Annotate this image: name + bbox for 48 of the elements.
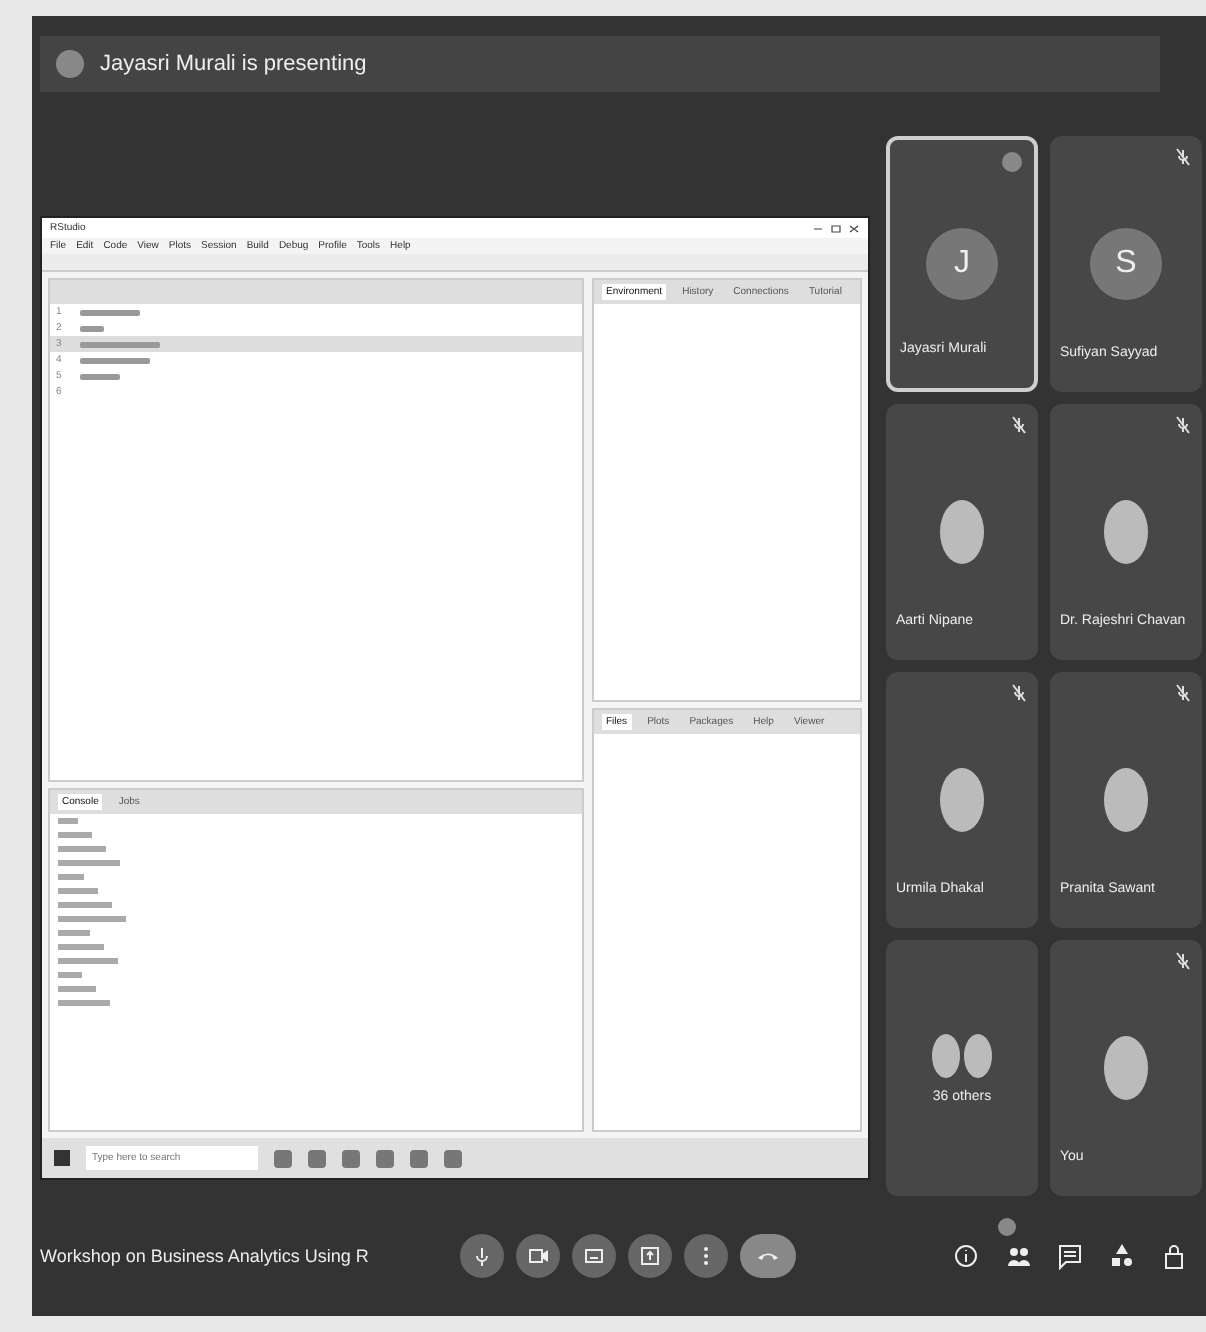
chat-icon[interactable]: [1058, 1242, 1082, 1270]
leave-call-button[interactable]: [740, 1234, 796, 1278]
shapes-icon[interactable]: [1110, 1242, 1134, 1270]
console-text-placeholder: [58, 860, 120, 866]
photo-placeholder: [1104, 500, 1148, 564]
photo-placeholder: [1104, 768, 1148, 832]
info-icon[interactable]: [954, 1242, 978, 1270]
console-text-placeholder: [58, 930, 90, 936]
code-text-placeholder: [80, 341, 160, 347]
console-text-placeholder: [58, 832, 92, 838]
window-controls-icon: [812, 223, 860, 233]
badge-dot: [998, 1218, 1016, 1236]
initial-avatar: J: [926, 228, 998, 300]
code-text-placeholder: [80, 357, 150, 363]
banner-text: Jayasri Murali is presenting: [100, 52, 367, 76]
avatar-icon: [56, 50, 84, 78]
photo-placeholder: [1104, 1036, 1148, 1100]
photo-placeholder: [932, 1033, 960, 1077]
photo-placeholder: [940, 768, 984, 832]
code-text-placeholder: [80, 309, 140, 315]
code-text-placeholder: [80, 373, 120, 379]
console-text-placeholder: [58, 888, 98, 894]
console-text-placeholder: [58, 972, 82, 978]
photo-placeholder: [940, 500, 984, 564]
console-text-placeholder: [58, 1000, 110, 1006]
captions-button[interactable]: [572, 1234, 616, 1278]
microphone-button[interactable]: [460, 1234, 504, 1278]
captions-icon: [582, 1244, 606, 1268]
console-text-placeholder: [58, 846, 106, 852]
photo-placeholder: [964, 1033, 992, 1077]
console-text-placeholder: [58, 818, 78, 824]
code-text-placeholder: [80, 325, 104, 331]
console-text-placeholder: [58, 916, 126, 922]
console-text-placeholder: [58, 958, 118, 964]
initial-avatar: S: [1090, 228, 1162, 300]
console-text-placeholder: [58, 944, 104, 950]
console-text-placeholder: [58, 902, 112, 908]
present-button[interactable]: [628, 1234, 672, 1278]
camera-button[interactable]: [516, 1234, 560, 1278]
microphone-icon: [470, 1244, 494, 1268]
console-text-placeholder: [58, 874, 84, 880]
console-text-placeholder: [58, 986, 96, 992]
speaking-indicator-icon: [1002, 152, 1022, 172]
people-icon[interactable]: [1006, 1242, 1030, 1270]
meeting-title: Workshop on Business Analytics Using R: [40, 1246, 371, 1266]
lock-icon[interactable]: [1162, 1242, 1186, 1270]
more-options-button[interactable]: [684, 1234, 728, 1278]
video-camera-icon: [526, 1244, 550, 1268]
